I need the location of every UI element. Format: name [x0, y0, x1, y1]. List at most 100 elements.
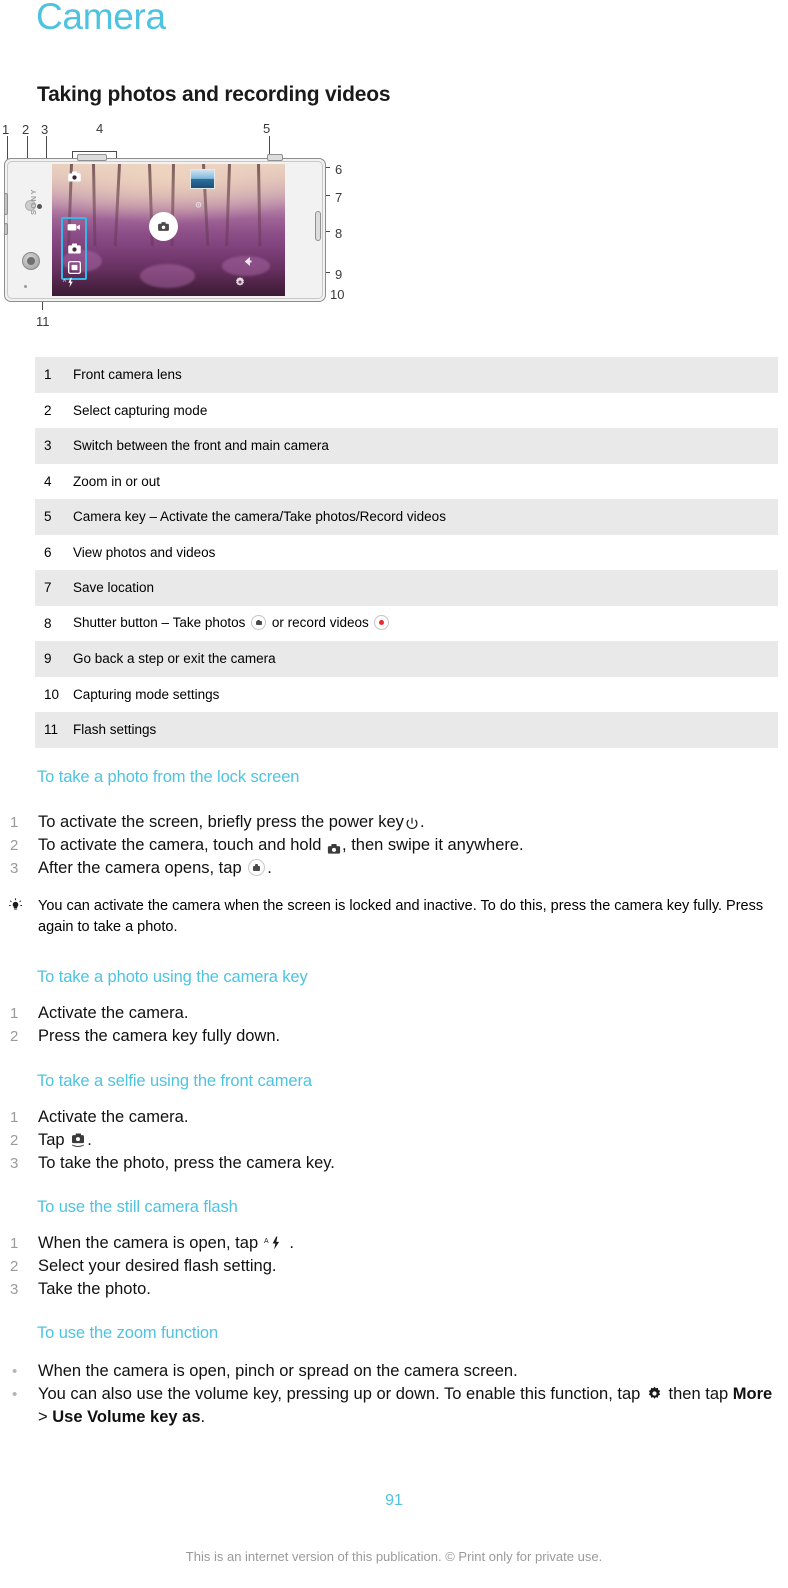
step-text: Take the photo.	[38, 1280, 151, 1298]
table-cell-number: 5	[44, 509, 52, 525]
step-text-part: Tap	[38, 1131, 65, 1149]
phone-illustration: SONY A	[4, 154, 326, 302]
step-text-part: To activate the screen, briefly press th…	[38, 813, 404, 831]
flash-settings-icon[interactable]: A	[62, 275, 76, 289]
list-item: 3 To take the photo, press the camera ke…	[0, 1152, 788, 1175]
photo-thumbnail[interactable]	[190, 169, 215, 189]
step-text: Tap .	[38, 1129, 788, 1152]
step-text: To take the photo, press the camera key.	[38, 1154, 335, 1172]
table-cell-number: 9	[44, 651, 52, 667]
steps-lock-screen: 1 To activate the screen, briefly press …	[0, 811, 788, 880]
step-marker: 3	[10, 860, 19, 877]
callout-number-7: 7	[335, 190, 343, 205]
shutter-desc-middle: or record videos	[271, 615, 369, 631]
table-cell-description: Go back a step or exit the camera	[73, 651, 276, 667]
step-text-part: .	[289, 1234, 294, 1252]
callout-number-6: 6	[335, 162, 343, 177]
tip-text: You can activate the camera when the scr…	[38, 898, 764, 935]
shutter-button[interactable]	[149, 212, 178, 241]
step-text: To activate the screen, briefly press th…	[38, 811, 788, 834]
list-item: 3 Take the photo.	[0, 1278, 788, 1301]
step-text-part: , then swipe it anywhere.	[342, 836, 524, 854]
callout-number-9: 9	[335, 267, 343, 282]
callout-number-2: 2	[22, 122, 30, 137]
table-cell-description: Flash settings	[73, 722, 157, 738]
switch-camera-icon[interactable]	[66, 169, 82, 183]
table-row: 1 Front camera lens	[35, 357, 778, 393]
heading-lock-screen: To take a photo from the lock screen	[37, 768, 300, 786]
table-cell-description: Capturing mode settings	[73, 686, 220, 702]
side-key	[315, 211, 321, 241]
table-row: 11 Flash settings	[35, 712, 778, 748]
step-marker: 1	[10, 1005, 19, 1022]
microphone-icon	[24, 285, 27, 288]
callout-number-3: 3	[41, 122, 49, 137]
table-row: 10 Capturing mode settings	[35, 676, 778, 712]
steps-zoom: • When the camera is open, pinch or spre…	[0, 1360, 788, 1429]
step-marker: 3	[10, 1155, 19, 1172]
record-button-icon	[374, 615, 390, 631]
table-cell-number: 8	[44, 615, 52, 631]
heading-selfie: To take a selfie using the front camera	[37, 1072, 312, 1090]
table-cell-description: Switch between the front and main camera	[73, 438, 329, 454]
leader-line-4-a	[72, 151, 73, 158]
table-row: 8 Shutter button – Take photos or record…	[35, 605, 778, 641]
table-row: 5 Camera key – Activate the camera/Take …	[35, 499, 778, 535]
bullet-text: When the camera is open, pinch or spread…	[38, 1362, 518, 1380]
table-cell-number: 6	[44, 544, 52, 560]
step-marker: 1	[10, 1109, 19, 1126]
list-item: 3 After the camera opens, tap .	[0, 857, 788, 880]
list-item: 2 Press the camera key fully down.	[0, 1025, 788, 1048]
callout-number-4: 4	[96, 121, 104, 136]
back-icon[interactable]	[241, 255, 253, 267]
callout-number-5: 5	[263, 121, 271, 136]
table-row: 6 View photos and videos	[35, 534, 778, 570]
table-cell-number: 7	[44, 580, 52, 596]
table-cell-description: Camera key – Activate the camera/Take ph…	[73, 509, 446, 525]
list-item: 1 Activate the camera.	[0, 1002, 788, 1025]
table-cell-number: 2	[44, 402, 52, 418]
list-item: 2 To activate the camera, touch and hold…	[0, 834, 788, 857]
leader-line-4-h	[72, 151, 116, 152]
heading-zoom: To use the zoom function	[37, 1324, 219, 1342]
bullet-marker: •	[12, 1386, 18, 1403]
step-text: Activate the camera.	[38, 1108, 189, 1126]
table-cell-number: 4	[44, 473, 52, 489]
settings-gear-icon	[647, 1385, 662, 1400]
camera-key	[267, 154, 283, 161]
table-cell-number: 10	[44, 686, 60, 702]
sony-brand-text: SONY	[29, 188, 38, 215]
table-cell-number: 3	[44, 438, 52, 454]
table-cell-number: 1	[44, 367, 52, 383]
step-marker: 1	[10, 1235, 19, 1252]
callout-number-8: 8	[335, 226, 343, 241]
table-cell-number: 11	[44, 722, 59, 738]
step-text-part: After the camera opens, tap	[38, 859, 242, 877]
save-location-icon[interactable]	[193, 200, 203, 210]
step-text: When the camera is open, tap A .	[38, 1232, 788, 1255]
step-text-part: .	[267, 859, 272, 877]
settings-gear-icon[interactable]	[233, 275, 247, 289]
page-number: 91	[385, 1492, 403, 1509]
step-text-part: To activate the camera, touch and hold	[38, 836, 322, 854]
step-marker: 2	[10, 837, 19, 854]
step-text-part: .	[419, 813, 425, 831]
photo-mode-icon[interactable]	[66, 241, 82, 255]
lightbulb-icon	[0, 898, 38, 920]
step-text-part: .	[87, 1131, 92, 1149]
step-text: After the camera opens, tap .	[38, 857, 788, 880]
step-marker: 2	[10, 1132, 19, 1149]
tip-lock-screen: You can activate the camera when the scr…	[0, 896, 788, 938]
table-row: 4 Zoom in or out	[35, 463, 778, 499]
step-marker: 3	[10, 1281, 19, 1298]
table-cell-description: Select capturing mode	[73, 402, 208, 418]
front-camera-lens	[22, 252, 40, 270]
bullet-text: You can also use the volume key, pressin…	[38, 1383, 788, 1429]
shutter-desc-before: Shutter button – Take photos	[73, 615, 246, 631]
shutter-button-icon	[248, 859, 266, 877]
step-text: To activate the camera, touch and hold ,…	[38, 834, 788, 857]
list-item: • You can also use the volume key, press…	[0, 1383, 788, 1429]
video-mode-icon[interactable]	[67, 221, 81, 233]
table-cell-description: Zoom in or out	[73, 473, 161, 489]
apps-mode-icon[interactable]	[67, 261, 81, 274]
